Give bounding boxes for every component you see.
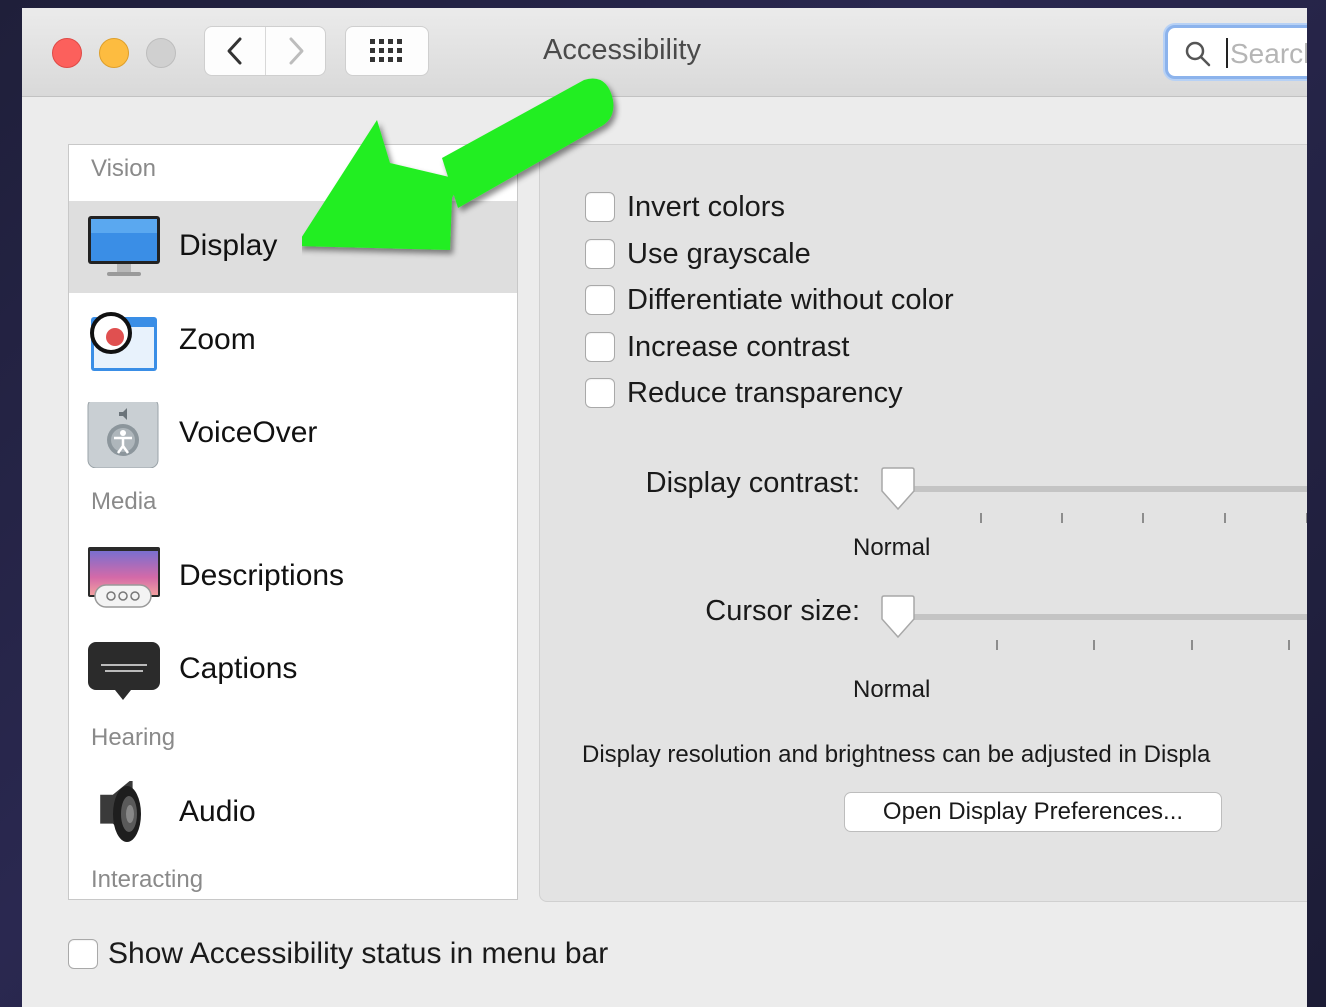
chevron-right-icon	[289, 37, 304, 65]
increase-contrast-checkbox-row[interactable]: Increase contrast	[585, 329, 849, 365]
back-button[interactable]	[205, 27, 266, 75]
sidebar-item-audio[interactable]: Audio	[69, 767, 517, 859]
audio-icon	[100, 781, 141, 842]
sidebar-item-label: Descriptions	[179, 559, 345, 592]
slider-tick	[1142, 513, 1144, 523]
zoom-icon	[90, 312, 157, 371]
checkbox-label: Increase contrast	[627, 330, 850, 363]
slider-tick	[1061, 513, 1063, 523]
cursor-size-label: Cursor size:	[705, 595, 860, 627]
slider-tick	[996, 640, 998, 650]
slider-tick	[1093, 640, 1095, 650]
chevron-left-icon	[227, 37, 242, 65]
section-label-vision: Vision	[91, 155, 156, 182]
minimize-button[interactable]	[99, 38, 129, 68]
sidebar-item-label: Display	[179, 229, 278, 262]
show-status-checkbox[interactable]	[68, 939, 98, 969]
text-caret	[1226, 38, 1228, 68]
display-icon	[88, 216, 160, 276]
sidebar-item-label: Audio	[179, 795, 256, 828]
cursor-size-value: Normal	[853, 676, 931, 703]
preferences-window: Accessibility Search Vision Display	[22, 8, 1307, 1007]
cursor-size-track[interactable]	[898, 614, 1307, 620]
cursor-size-slider-thumb[interactable]	[878, 595, 918, 641]
close-button[interactable]	[52, 38, 82, 68]
checkbox-label: Differentiate without color	[627, 283, 954, 316]
voiceover-icon	[87, 402, 159, 468]
zoom-window-button[interactable]	[146, 38, 176, 68]
search-placeholder: Search	[1230, 38, 1307, 69]
reduce-transparency-checkbox[interactable]	[585, 378, 615, 408]
sidebar-item-zoom[interactable]: Zoom	[69, 295, 517, 387]
slider-tick	[1224, 513, 1226, 523]
sidebar-item-voiceover[interactable]: VoiceOver	[69, 388, 517, 480]
descriptions-icon	[88, 547, 160, 608]
sidebar-item-label: Zoom	[179, 323, 256, 356]
section-label-hearing: Hearing	[91, 724, 176, 751]
display-contrast-label: Display contrast:	[645, 467, 860, 499]
annotation-arrow-icon	[302, 78, 614, 250]
sidebar-item-descriptions[interactable]: Descriptions	[69, 531, 517, 623]
display-preferences-note: Display resolution and brightness can be…	[582, 741, 1211, 768]
sidebar-item-label: Captions	[179, 652, 298, 685]
search-icon	[1185, 41, 1211, 67]
display-contrast-track[interactable]	[898, 486, 1307, 492]
status-menu-bar-row[interactable]: Show Accessibility status in menu bar	[68, 936, 608, 972]
reduce-transparency-checkbox-row[interactable]: Reduce transparency	[585, 375, 903, 411]
slider-tick	[1306, 513, 1307, 523]
window-title: Accessibility	[543, 34, 701, 66]
display-contrast-slider-thumb[interactable]	[878, 467, 918, 513]
slider-tick	[1288, 640, 1290, 650]
increase-contrast-checkbox[interactable]	[585, 332, 615, 362]
differentiate-without-color-checkbox[interactable]	[585, 285, 615, 315]
checkbox-label: Show Accessibility status in menu bar	[108, 937, 609, 970]
section-label-interacting: Interacting	[91, 866, 204, 893]
captions-icon	[88, 642, 160, 700]
section-label-media: Media	[91, 488, 157, 515]
slider-tick	[1191, 640, 1193, 650]
search-field[interactable]: Search	[1165, 25, 1307, 79]
title-bar: Accessibility Search	[22, 8, 1307, 97]
display-contrast-value: Normal	[853, 534, 931, 561]
sidebar-item-label: VoiceOver	[179, 416, 318, 449]
sidebar-item-captions[interactable]: Captions	[69, 624, 517, 716]
grid-icon	[370, 39, 402, 62]
checkbox-label: Reduce transparency	[627, 376, 903, 409]
slider-tick	[980, 513, 982, 523]
open-display-preferences-button[interactable]: Open Display Preferences...	[844, 792, 1222, 832]
